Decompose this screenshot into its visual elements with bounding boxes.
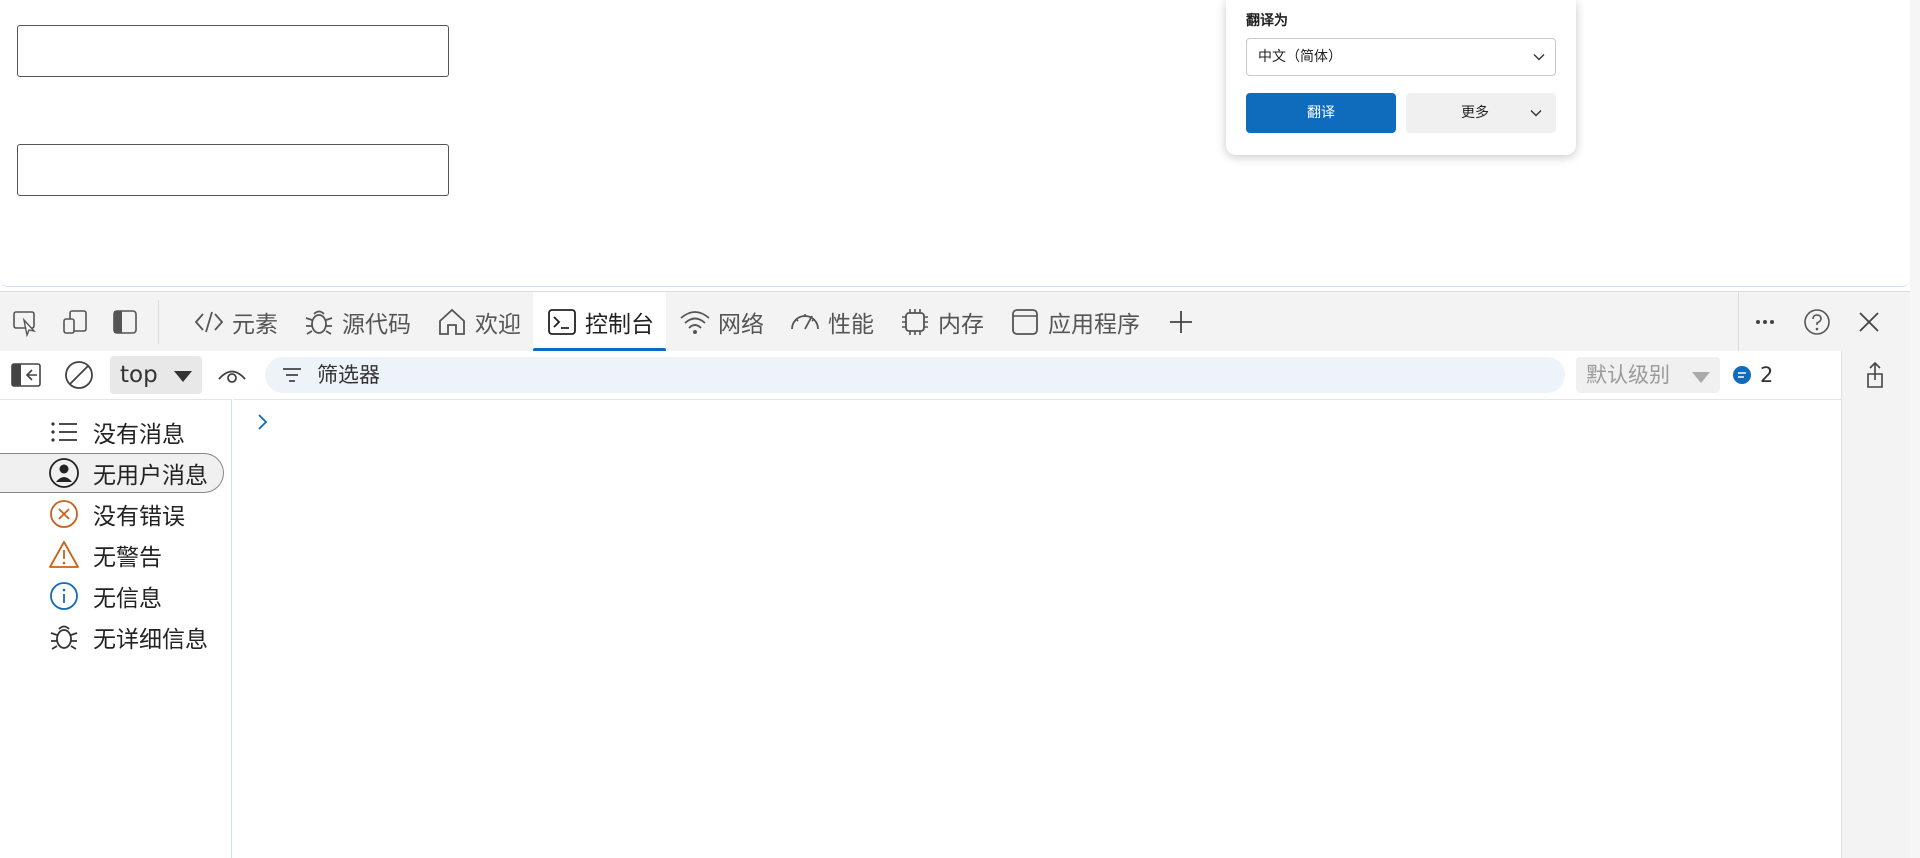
tab-console[interactable]: 控制台 [533, 292, 666, 352]
sidebar-item-messages[interactable]: 没有消息 [0, 412, 224, 452]
translate-popup: 翻译为 中文（简体） 翻译 更多 [1226, 0, 1576, 155]
filter-box[interactable] [265, 357, 1565, 393]
inspect-icon [13, 311, 36, 337]
translate-button[interactable]: 翻译 [1246, 93, 1396, 133]
chip-icon [902, 309, 928, 335]
more-horizontal-icon [1756, 320, 1774, 324]
console-sidebar: 没有消息 无用户消息 没有错误 无警告 无信息 无详细信息 [0, 399, 232, 858]
sidebar-item-errors[interactable]: 没有错误 [0, 494, 224, 534]
customize-button[interactable] [1739, 292, 1791, 352]
toggle-sidebar-button[interactable] [8, 351, 44, 399]
message-icon [1733, 366, 1751, 384]
tab-memory[interactable]: 内存 [886, 292, 996, 352]
tab-elements[interactable]: 元素 [180, 292, 290, 352]
device-icon [63, 310, 87, 334]
tab-label: 性能 [828, 312, 874, 338]
home-icon [439, 308, 465, 335]
info-icon [50, 582, 78, 610]
bug-icon [305, 310, 333, 335]
sidebar-item-user-messages[interactable]: 无用户消息 [0, 453, 224, 493]
dock-icon [1867, 361, 1883, 388]
console-icon [548, 309, 576, 335]
eye-icon [218, 370, 246, 383]
tab-separator [158, 300, 159, 344]
sidebar-item-info[interactable]: 无信息 [0, 576, 224, 616]
user-icon [49, 458, 79, 488]
code-icon [194, 311, 224, 333]
close-icon [1859, 312, 1879, 332]
window-icon [1012, 309, 1038, 335]
clear-icon [65, 361, 93, 389]
more-button[interactable]: 更多 [1406, 93, 1556, 133]
sidebar-item-verbose[interactable]: 无详细信息 [0, 617, 224, 657]
more-tools-button[interactable] [1152, 292, 1210, 352]
language-value: 中文（简体） [1258, 49, 1342, 65]
prompt-chevron-icon [258, 414, 268, 430]
tab-label: 源代码 [342, 312, 411, 338]
drawer-gutter [1841, 351, 1910, 858]
clear-console-button[interactable] [62, 351, 96, 399]
tab-label: 应用程序 [1048, 312, 1140, 338]
page-input-1[interactable] [17, 25, 449, 77]
caret-down-icon [1692, 372, 1710, 383]
device-emulation-button[interactable] [50, 292, 100, 352]
sidebar-item-label: 无信息 [93, 586, 162, 612]
sidebar-item-label: 没有消息 [93, 422, 185, 448]
tab-network[interactable]: 网络 [666, 292, 776, 352]
inspect-button[interactable] [0, 292, 50, 352]
page-viewport: 翻译为 中文（简体） 翻译 更多 [0, 0, 1910, 287]
warning-icon [49, 541, 79, 568]
devtools-tabs: 元素 源代码 欢迎 控制台 网络 性能 内存 应用程序 [180, 292, 1210, 352]
console-toolbar: top 默认级别 2 [0, 351, 1910, 399]
tab-performance[interactable]: 性能 [776, 292, 886, 352]
log-level-select[interactable]: 默认级别 [1576, 357, 1720, 393]
sidebar-item-label: 没有错误 [93, 504, 185, 530]
caret-down-icon [174, 371, 192, 382]
devtools-panel: 元素 源代码 欢迎 控制台 网络 性能 内存 应用程序 top 筛选器 默认级别… [0, 291, 1920, 858]
window-edge [1910, 0, 1920, 858]
tab-application[interactable]: 应用程序 [996, 292, 1152, 352]
help-button[interactable] [1791, 292, 1843, 352]
log-level-value: 默认级别 [1586, 363, 1670, 387]
sidebar-item-label: 无用户消息 [93, 463, 208, 489]
sidebar-toggle-icon [11, 363, 41, 387]
sidebar-item-label: 无警告 [93, 545, 162, 571]
wifi-icon [680, 311, 710, 334]
tab-label: 内存 [938, 312, 984, 338]
filter-icon [283, 368, 301, 382]
list-icon [51, 422, 77, 442]
more-button-label: 更多 [1461, 105, 1489, 121]
issues-count: 2 [1760, 363, 1774, 387]
panel-icon [113, 310, 137, 334]
live-expression-button[interactable] [215, 351, 249, 399]
page-input-2[interactable] [17, 144, 449, 196]
tab-label: 欢迎 [475, 312, 521, 338]
help-icon [1804, 309, 1830, 335]
gauge-icon [791, 314, 819, 330]
tab-label: 控制台 [585, 312, 654, 338]
devtools-tabbar: 元素 源代码 欢迎 控制台 网络 性能 内存 应用程序 [0, 291, 1910, 352]
tab-welcome[interactable]: 欢迎 [423, 292, 533, 352]
chevron-down-icon [1533, 54, 1545, 61]
tab-sources[interactable]: 源代码 [290, 292, 423, 352]
console-output[interactable] [233, 399, 1841, 858]
tab-label: 元素 [232, 312, 278, 338]
sidebar-item-label: 无详细信息 [93, 627, 208, 653]
filter-input[interactable] [317, 357, 1517, 393]
language-select[interactable]: 中文（简体） [1246, 38, 1556, 76]
error-icon [50, 500, 78, 528]
context-value: top [120, 362, 158, 388]
dock-side-button[interactable] [100, 292, 150, 352]
translate-title: 翻译为 [1246, 13, 1288, 29]
plus-icon [1170, 311, 1192, 333]
tab-label: 网络 [718, 312, 764, 338]
dock-button[interactable] [1850, 351, 1900, 399]
issues-counter[interactable]: 2 [1732, 357, 1773, 393]
context-selector[interactable]: top [110, 356, 202, 394]
close-devtools-button[interactable] [1843, 292, 1895, 352]
bug-icon [50, 625, 78, 650]
chevron-down-icon [1530, 110, 1542, 117]
sidebar-item-warnings[interactable]: 无警告 [0, 535, 224, 575]
